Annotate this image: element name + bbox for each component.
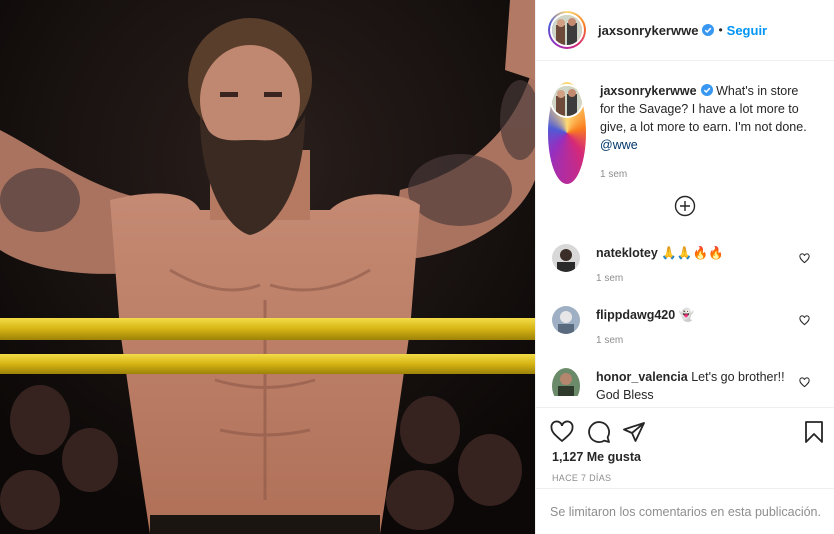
follow-button[interactable]: Seguir [727, 23, 767, 38]
post-date[interactable]: HACE 7 DÍAS [552, 473, 611, 483]
comment-item: flippdawg420 👻 1 sem [552, 306, 822, 346]
heart-icon[interactable] [799, 253, 810, 264]
likes-count[interactable]: 1,127 Me gusta [552, 450, 641, 464]
wrestler-photo [0, 0, 535, 534]
comment-icon[interactable] [587, 420, 611, 444]
commenter-avatar-image [552, 306, 580, 334]
caption-timestamp[interactable]: 1 sem [600, 166, 816, 184]
heart-icon[interactable] [799, 377, 810, 388]
post-caption: jaxsonrykerwwe What's in store for the S… [548, 82, 824, 184]
author-avatar-image [552, 15, 582, 45]
commenter-avatar[interactable] [552, 306, 580, 334]
verified-badge-icon [700, 84, 713, 96]
commenter-avatar-image [552, 368, 580, 396]
paper-plane-icon[interactable] [622, 420, 646, 444]
comment-item: honor_valencia Let's go brother!! God Bl… [552, 368, 822, 404]
heart-icon[interactable] [550, 420, 574, 444]
caption-username[interactable]: jaxsonrykerwwe [600, 84, 697, 98]
bookmark-icon[interactable] [802, 420, 826, 444]
caption-text-block: jaxsonrykerwwe What's in store for the S… [600, 82, 816, 184]
comment-username[interactable]: nateklotey [596, 246, 658, 260]
comment-body: flippdawg420 👻 [596, 306, 790, 334]
comment-timestamp[interactable]: 1 sem [596, 273, 623, 284]
comment-body: honor_valencia Let's go brother!! God Bl… [596, 368, 790, 404]
heart-icon[interactable] [799, 315, 810, 326]
author-username[interactable]: jaxsonrykerwwe [598, 23, 698, 38]
comments-limited-notice: Se limitaron los comentarios en esta pub… [536, 488, 834, 534]
commenter-avatar[interactable] [552, 244, 580, 272]
comment-text: 👻 [678, 308, 695, 322]
caption-avatar-image [552, 86, 582, 116]
comment-text: 🙏🙏🔥🔥 [661, 246, 724, 260]
comment-username[interactable]: flippdawg420 [596, 308, 675, 322]
commenter-avatar-image [552, 244, 580, 272]
separator-dot: • [718, 23, 723, 37]
comment-username[interactable]: honor_valencia [596, 370, 688, 384]
verified-badge-icon [702, 24, 715, 36]
caption-author-avatar[interactable] [548, 82, 586, 184]
comment-body: nateklotey 🙏🙏🔥🔥 [596, 244, 790, 272]
post-photo[interactable] [0, 0, 535, 534]
comment-timestamp[interactable]: 1 sem [596, 335, 623, 346]
author-avatar[interactable] [548, 11, 586, 49]
commenter-avatar[interactable] [552, 368, 580, 404]
post-header: jaxsonrykerwwe • Seguir [536, 0, 834, 61]
plus-circle-icon[interactable] [674, 195, 696, 217]
post-actions: 1,127 Me gusta HACE 7 DÍAS [536, 407, 834, 488]
caption-mention-link[interactable]: @wwe [600, 138, 638, 152]
comment-item: nateklotey 🙏🙏🔥🔥 1 sem [552, 244, 822, 284]
post-details-panel: jaxsonrykerwwe • Seguir jaxsonrykerwwe W… [535, 0, 834, 534]
